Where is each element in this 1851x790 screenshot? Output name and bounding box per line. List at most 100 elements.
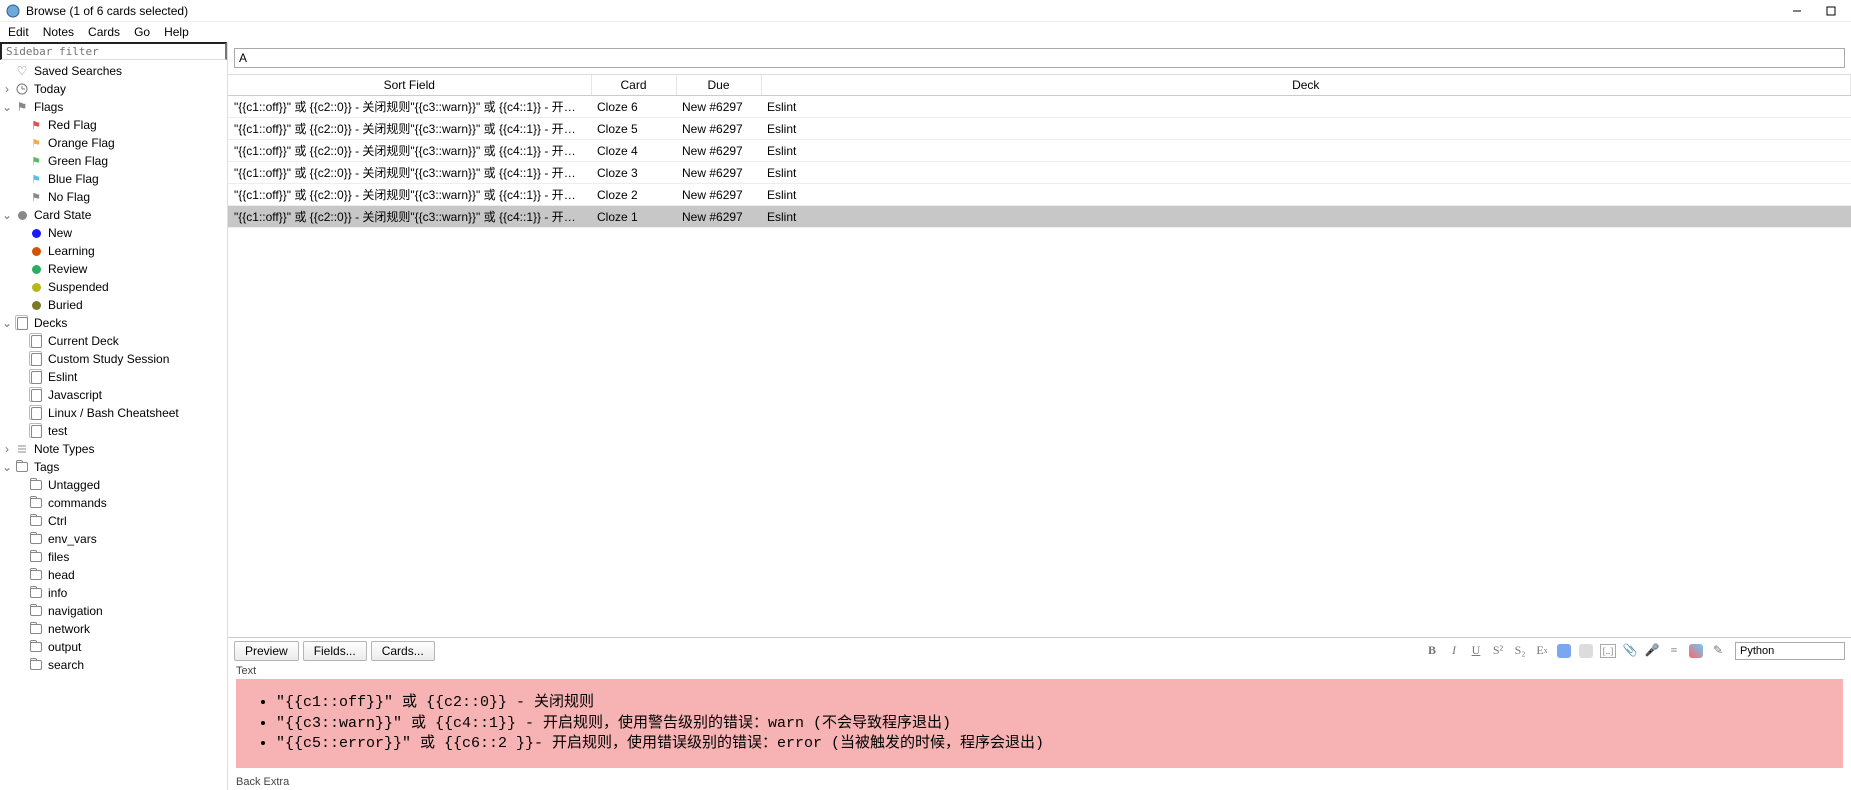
preview-button[interactable]: Preview	[234, 641, 299, 661]
cell-sort-field: "{{c1::off}}" 或 {{c2::0}} - 关闭规则"{{c3::w…	[228, 162, 591, 184]
cell-deck: Eslint	[761, 140, 1851, 162]
minimize-button[interactable]	[1783, 2, 1811, 20]
cell-due: New #6297	[676, 96, 761, 118]
sidebar-cardstate-item[interactable]: New	[0, 224, 227, 242]
fields-button[interactable]: Fields...	[303, 641, 367, 661]
table-row[interactable]: "{{c1::off}}" 或 {{c2::0}} - 关闭规则"{{c3::w…	[228, 96, 1851, 118]
sidebar-cardstate-item[interactable]: Learning	[0, 242, 227, 260]
sidebar-tag-item[interactable]: Ctrl	[0, 512, 227, 530]
cards-button[interactable]: Cards...	[371, 641, 435, 661]
dot-icon	[28, 283, 44, 292]
sidebar-deck-item[interactable]: Custom Study Session	[0, 350, 227, 368]
menu-go[interactable]: Go	[134, 25, 150, 39]
sidebar-saved-searches[interactable]: › ♡ Saved Searches	[0, 62, 227, 80]
sidebar-card-state[interactable]: ⌄ Card State	[0, 206, 227, 224]
sidebar-tag-item[interactable]: network	[0, 620, 227, 638]
flag-label: Red Flag	[48, 118, 97, 132]
cell-due: New #6297	[676, 184, 761, 206]
sidebar-tag-item[interactable]: search	[0, 656, 227, 674]
underline-icon[interactable]: U	[1467, 642, 1485, 660]
sidebar-note-types[interactable]: › Note Types	[0, 440, 227, 458]
search-input[interactable]	[234, 48, 1845, 68]
card-table-wrap[interactable]: Sort Field Card Due Deck "{{c1::off}}" 或…	[228, 74, 1851, 637]
bold-icon[interactable]: B	[1423, 642, 1441, 660]
highlight-icon[interactable]	[1687, 642, 1705, 660]
sidebar-cardstate-item[interactable]: Buried	[0, 296, 227, 314]
cardstate-label: Review	[48, 262, 87, 276]
sidebar-tags[interactable]: ⌄ Tags	[0, 458, 227, 476]
cell-sort-field: "{{c1::off}}" 或 {{c2::0}} - 关闭规则"{{c3::w…	[228, 206, 591, 228]
sidebar-cardstate-item[interactable]: Review	[0, 260, 227, 278]
sidebar-tag-item[interactable]: navigation	[0, 602, 227, 620]
col-header-card[interactable]: Card	[591, 75, 676, 96]
sidebar-cardstate-item[interactable]: Suspended	[0, 278, 227, 296]
col-header-sort-field[interactable]: Sort Field	[228, 75, 591, 96]
sidebar-deck-item[interactable]: Current Deck	[0, 332, 227, 350]
menu-cards[interactable]: Cards	[88, 25, 120, 39]
dot-icon	[28, 247, 44, 256]
equation-icon[interactable]: ≡	[1665, 642, 1683, 660]
flag-icon: ⚑	[28, 191, 44, 204]
subscript-icon[interactable]: S₂	[1511, 642, 1529, 660]
window-title: Browse (1 of 6 cards selected)	[26, 4, 1777, 18]
tag-label: commands	[48, 496, 107, 510]
col-header-deck[interactable]: Deck	[761, 75, 1851, 96]
sidebar-deck-item[interactable]: Linux / Bash Cheatsheet	[0, 404, 227, 422]
sidebar-deck-item[interactable]: Javascript	[0, 386, 227, 404]
tag-label: output	[48, 640, 81, 654]
cell-due: New #6297	[676, 118, 761, 140]
sidebar-tag-item[interactable]: env_vars	[0, 530, 227, 548]
cell-due: New #6297	[676, 140, 761, 162]
deck-icon	[28, 425, 44, 438]
sidebar-deck-item[interactable]: test	[0, 422, 227, 440]
maximize-button[interactable]	[1817, 2, 1845, 20]
sidebar-flag-item[interactable]: ⚑Green Flag	[0, 152, 227, 170]
sidebar-flag-item[interactable]: ⚑Orange Flag	[0, 134, 227, 152]
sidebar-tag-item[interactable]: info	[0, 584, 227, 602]
sidebar-tag-item[interactable]: head	[0, 566, 227, 584]
superscript-icon[interactable]: S²	[1489, 642, 1507, 660]
sidebar-tag-item[interactable]: commands	[0, 494, 227, 512]
erase-format-icon[interactable]: Ex	[1533, 642, 1551, 660]
sidebar-filter-input[interactable]	[0, 42, 227, 60]
deck-icon	[14, 317, 30, 330]
html-icon[interactable]: ✎	[1709, 642, 1727, 660]
col-header-due[interactable]: Due	[676, 75, 761, 96]
sidebar-today[interactable]: › Today	[0, 80, 227, 98]
cell-card: Cloze 6	[591, 96, 676, 118]
sidebar-tag-item[interactable]: files	[0, 548, 227, 566]
cell-card: Cloze 3	[591, 162, 676, 184]
sidebar-deck-item[interactable]: Eslint	[0, 368, 227, 386]
sidebar-tag-item[interactable]: Untagged	[0, 476, 227, 494]
table-row[interactable]: "{{c1::off}}" 或 {{c2::0}} - 关闭规则"{{c3::w…	[228, 162, 1851, 184]
sidebar-decks[interactable]: ⌄ Decks	[0, 314, 227, 332]
menu-help[interactable]: Help	[164, 25, 189, 39]
flag-icon: ⚑	[14, 100, 30, 114]
field-text[interactable]: "{{c1::off}}" 或 {{c2::0}} - 关闭规则 "{{c3::…	[236, 679, 1843, 768]
folder-icon	[28, 624, 44, 634]
text-line-3: "{{c5::error}}" 或 {{c6::2 }}- 开启规则，使用错误级…	[276, 735, 1044, 752]
menu-edit[interactable]: Edit	[8, 25, 29, 39]
sidebar-tag-item[interactable]: output	[0, 638, 227, 656]
mic-icon[interactable]: 🎤	[1643, 642, 1661, 660]
tag-input[interactable]	[1735, 642, 1845, 660]
sidebar-flags[interactable]: ⌄ ⚑ Flags	[0, 98, 227, 116]
table-row[interactable]: "{{c1::off}}" 或 {{c2::0}} - 关闭规则"{{c3::w…	[228, 118, 1851, 140]
menubar: Edit Notes Cards Go Help	[0, 22, 1851, 42]
color-swatch-gray[interactable]	[1577, 642, 1595, 660]
cell-sort-field: "{{c1::off}}" 或 {{c2::0}} - 关闭规则"{{c3::w…	[228, 184, 591, 206]
table-row[interactable]: "{{c1::off}}" 或 {{c2::0}} - 关闭规则"{{c3::w…	[228, 206, 1851, 228]
attach-icon[interactable]: 📎	[1621, 642, 1639, 660]
color-swatch-blue[interactable]	[1555, 642, 1573, 660]
sidebar-flag-item[interactable]: ⚑No Flag	[0, 188, 227, 206]
tag-label: head	[48, 568, 75, 582]
table-row[interactable]: "{{c1::off}}" 或 {{c2::0}} - 关闭规则"{{c3::w…	[228, 140, 1851, 162]
cloze-icon[interactable]: [..]	[1599, 642, 1617, 660]
editor-toolbar: Preview Fields... Cards... B I U S² S₂ E…	[228, 637, 1851, 663]
table-row[interactable]: "{{c1::off}}" 或 {{c2::0}} - 关闭规则"{{c3::w…	[228, 184, 1851, 206]
sidebar-flag-item[interactable]: ⚑Blue Flag	[0, 170, 227, 188]
italic-icon[interactable]: I	[1445, 642, 1463, 660]
sidebar-tree: › ♡ Saved Searches › Today ⌄ ⚑ Flags ⚑Re…	[0, 60, 227, 790]
menu-notes[interactable]: Notes	[43, 25, 74, 39]
sidebar-flag-item[interactable]: ⚑Red Flag	[0, 116, 227, 134]
